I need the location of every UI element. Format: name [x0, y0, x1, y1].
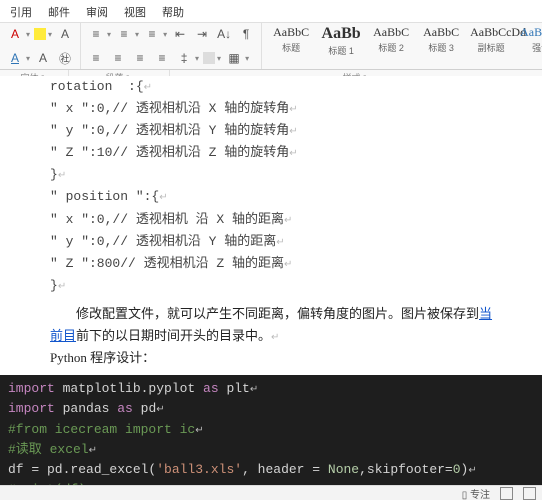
align-left-icon[interactable]: ≡ — [87, 49, 105, 67]
style-item[interactable]: AaBbCcDd强调 — [520, 25, 542, 54]
align-right-icon[interactable]: ≡ — [131, 49, 149, 67]
numbering-icon[interactable]: ≡ — [115, 25, 133, 43]
tab-references[interactable]: 引用 — [10, 4, 32, 20]
shading-icon[interactable] — [203, 52, 215, 64]
enclose-char-icon[interactable]: ㊓ — [56, 49, 74, 67]
print-layout-icon[interactable] — [500, 487, 513, 500]
bullets-icon[interactable]: ≡ — [87, 25, 105, 43]
ribbon: A▾ ▾ A A▾ A ㊓ ≡▾ ≡▾ ≡▾ ⇤ ⇥ A↓ ¶ ≡ ≡ ≡ ≡ … — [0, 23, 542, 70]
tab-review[interactable]: 审阅 — [86, 4, 108, 20]
style-item[interactable]: AaBb标题 1 — [320, 25, 362, 57]
tab-help[interactable]: 帮助 — [162, 4, 184, 20]
config-code: rotation :{↵ " x ":0,// 透视相机沿 X 轴的旋转角↵ "… — [50, 76, 502, 297]
font-color-icon[interactable]: A — [6, 25, 24, 43]
style-item[interactable]: AaBbC标题 3 — [420, 25, 462, 54]
sort-icon[interactable]: A↓ — [215, 25, 233, 43]
body-paragraph: 修改配置文件，就可以产生不同距离，偏转角度的图片。图片被保存到当前目前下的以日期… — [50, 303, 502, 347]
style-item[interactable]: AaBbCcDd副标题 — [470, 25, 512, 54]
highlight-icon[interactable] — [34, 28, 46, 40]
show-marks-icon[interactable]: ¶ — [237, 25, 255, 43]
line-spacing-icon[interactable]: ‡ — [175, 49, 193, 67]
text-effects-icon[interactable]: A — [6, 49, 24, 67]
style-item[interactable]: AaBbC标题 — [270, 25, 312, 54]
style-item[interactable]: AaBbC标题 2 — [370, 25, 412, 54]
document-area[interactable]: rotation :{↵ " x ":0,// 透视相机沿 X 轴的旋转角↵ "… — [0, 76, 542, 486]
dec-indent-icon[interactable]: ⇤ — [171, 25, 189, 43]
justify-icon[interactable]: ≡ — [153, 49, 171, 67]
status-bar: ▯ 专注 — [0, 485, 542, 500]
tab-view[interactable]: 视图 — [124, 4, 146, 20]
multilevel-icon[interactable]: ≡ — [143, 25, 161, 43]
focus-mode-button[interactable]: ▯ 专注 — [462, 486, 490, 501]
ribbon-tabs: 引用 邮件 审阅 视图 帮助 — [0, 0, 542, 23]
styles-gallery[interactable]: AaBbC标题 AaBb标题 1 AaBbC标题 2 AaBbC标题 3 AaB… — [262, 23, 542, 69]
tab-mailings[interactable]: 邮件 — [48, 4, 70, 20]
borders-icon[interactable]: ▦ — [225, 49, 243, 67]
align-center-icon[interactable]: ≡ — [109, 49, 127, 67]
python-code-block: import matplotlib.pyplot as plt↵ import … — [0, 375, 542, 486]
py-header: Python 程序设计： — [50, 347, 502, 369]
clear-format-icon[interactable]: A — [56, 25, 74, 43]
inc-indent-icon[interactable]: ⇥ — [193, 25, 211, 43]
web-layout-icon[interactable] — [523, 487, 536, 500]
char-border-icon[interactable]: A — [34, 49, 52, 67]
font-group: A▾ ▾ A A▾ A ㊓ — [0, 23, 81, 69]
paragraph-group: ≡▾ ≡▾ ≡▾ ⇤ ⇥ A↓ ¶ ≡ ≡ ≡ ≡ ‡▾ ▾ ▦▾ — [81, 23, 262, 69]
